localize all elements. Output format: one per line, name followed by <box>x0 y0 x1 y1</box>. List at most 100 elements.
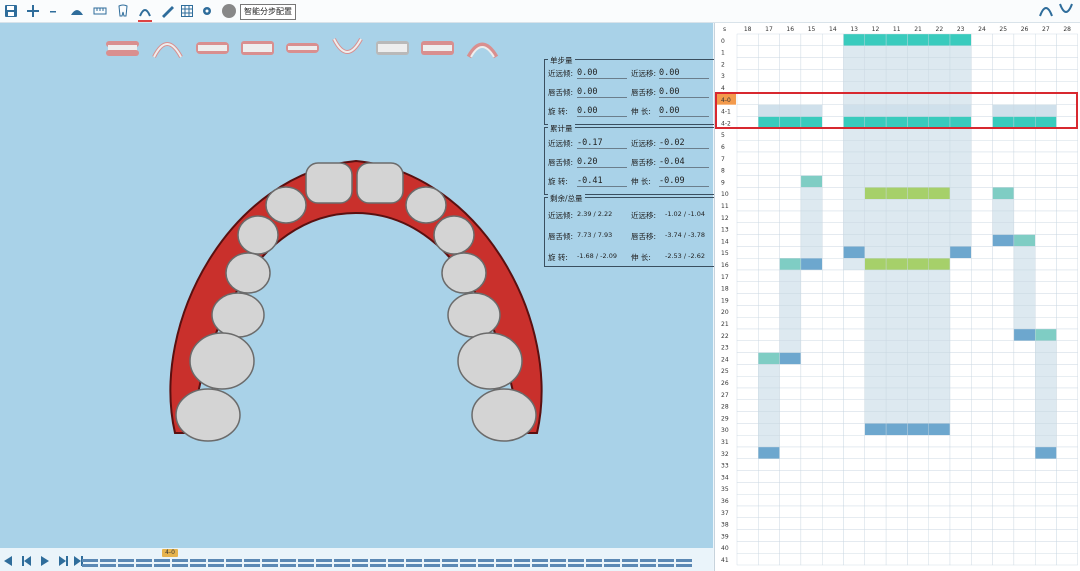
grid-cell[interactable] <box>864 553 887 566</box>
grid-cell[interactable] <box>907 411 929 424</box>
3d-viewport[interactable]: 单步量 近远倾: 0.00 近远移: 0.00 唇舌倾: 0.00 唇舌移: 0… <box>0 23 716 571</box>
grid-cell[interactable] <box>736 139 759 153</box>
grid-cell[interactable] <box>864 482 887 495</box>
grid-cell[interactable] <box>736 328 759 342</box>
grid-cell[interactable] <box>758 175 780 188</box>
grid-cell[interactable] <box>1056 269 1078 283</box>
grid-cell[interactable] <box>1013 352 1036 365</box>
grid-cell[interactable] <box>779 246 802 259</box>
grid-cell[interactable] <box>864 305 887 318</box>
grid-cell[interactable] <box>885 446 908 460</box>
grid-cell[interactable] <box>992 246 1015 259</box>
grid-cell[interactable] <box>758 328 780 342</box>
grid-cell[interactable] <box>779 210 802 224</box>
grid-cell[interactable] <box>992 187 1015 200</box>
grid-cell[interactable] <box>928 494 951 507</box>
grid-cell[interactable] <box>1035 553 1057 566</box>
grid-cell[interactable] <box>1035 128 1057 141</box>
grid-cell[interactable] <box>949 269 972 283</box>
grid-cell[interactable] <box>736 305 759 318</box>
grid-cell[interactable] <box>736 387 759 401</box>
grid-cell[interactable] <box>821 210 844 224</box>
grid-cell[interactable] <box>1013 33 1036 47</box>
grid-cell[interactable] <box>736 45 759 58</box>
grid-cell[interactable] <box>758 494 780 507</box>
grid-cell[interactable] <box>971 505 993 519</box>
grid-cell[interactable] <box>843 458 865 471</box>
grid-cell[interactable] <box>843 198 865 212</box>
grid-cell[interactable] <box>971 57 993 70</box>
grid-cell[interactable] <box>821 364 844 377</box>
grid-cell[interactable] <box>907 139 929 153</box>
grid-cell[interactable] <box>843 45 865 58</box>
grid-cell[interactable] <box>885 411 908 424</box>
grid-cell[interactable] <box>736 553 759 566</box>
grid-cell[interactable] <box>907 57 929 70</box>
grid-cell[interactable] <box>949 387 972 401</box>
grid-cell[interactable] <box>907 33 929 47</box>
grid-cell[interactable] <box>1013 541 1036 554</box>
grid-cell[interactable] <box>779 128 802 141</box>
grid-cell[interactable] <box>779 399 802 412</box>
grid-cell[interactable] <box>885 541 908 554</box>
grid-cell[interactable] <box>1013 423 1036 436</box>
grid-cell[interactable] <box>843 234 865 247</box>
grid-cell[interactable] <box>736 340 759 353</box>
grid-cell[interactable] <box>1013 399 1036 412</box>
grid-cell[interactable] <box>864 151 887 165</box>
grid-cell[interactable] <box>800 163 823 176</box>
grid-cell[interactable] <box>758 517 780 530</box>
grid-cell[interactable] <box>949 57 972 70</box>
grid-cell[interactable] <box>864 352 887 365</box>
grid-cell[interactable] <box>1013 257 1036 271</box>
grid-cell[interactable] <box>1013 494 1036 507</box>
grid-cell[interactable] <box>907 281 929 294</box>
grid-cell[interactable] <box>992 435 1015 448</box>
grid-cell[interactable] <box>736 446 759 460</box>
grid-cell[interactable] <box>885 234 908 247</box>
grid-cell[interactable] <box>779 411 802 424</box>
grid-cell[interactable] <box>864 376 887 389</box>
grid-cell[interactable] <box>928 281 951 294</box>
grid-cell[interactable] <box>1013 411 1036 424</box>
grid-cell[interactable] <box>758 45 780 58</box>
grid-cell[interactable] <box>800 376 823 389</box>
grid-cell[interactable] <box>800 198 823 212</box>
grid-cell[interactable] <box>949 553 972 566</box>
grid-cell[interactable] <box>758 541 780 554</box>
grid-cell[interactable] <box>992 163 1015 176</box>
grid-cell[interactable] <box>885 128 908 141</box>
grid-cell[interactable] <box>821 423 844 436</box>
grid-cell[interactable] <box>1056 364 1078 377</box>
grid-cell[interactable] <box>971 293 993 306</box>
grid-cell[interactable] <box>992 482 1015 495</box>
grid-cell[interactable] <box>907 128 929 141</box>
grid-cell[interactable] <box>971 317 993 330</box>
grid-cell[interactable] <box>928 340 951 353</box>
grid-cell[interactable] <box>821 517 844 530</box>
grid-cell[interactable] <box>928 198 951 212</box>
grid-cell[interactable] <box>736 210 759 224</box>
grid-cell[interactable] <box>885 364 908 377</box>
grid-cell[interactable] <box>864 128 887 141</box>
grid-cell[interactable] <box>736 458 759 471</box>
ruler-icon[interactable] <box>93 2 107 20</box>
grid-cell[interactable] <box>1056 163 1078 176</box>
grid-cell[interactable] <box>821 446 844 460</box>
grid-cell[interactable] <box>736 33 759 47</box>
grid-cell[interactable] <box>864 517 887 530</box>
grid-cell[interactable] <box>1035 33 1057 47</box>
grid-cell[interactable] <box>758 128 780 141</box>
grid-cell[interactable] <box>758 33 780 47</box>
grid-cell[interactable] <box>992 541 1015 554</box>
grid-cell[interactable] <box>1035 352 1057 365</box>
grid-cell[interactable] <box>758 482 780 495</box>
grid-cell[interactable] <box>885 340 908 353</box>
grid-cell[interactable] <box>864 293 887 306</box>
grid-cell[interactable] <box>885 317 908 330</box>
grid-cell[interactable] <box>1035 234 1057 247</box>
grid-cell[interactable] <box>907 505 929 519</box>
grid-cell[interactable] <box>864 269 887 283</box>
grid-cell[interactable] <box>758 187 780 200</box>
grid-cell[interactable] <box>928 222 951 235</box>
